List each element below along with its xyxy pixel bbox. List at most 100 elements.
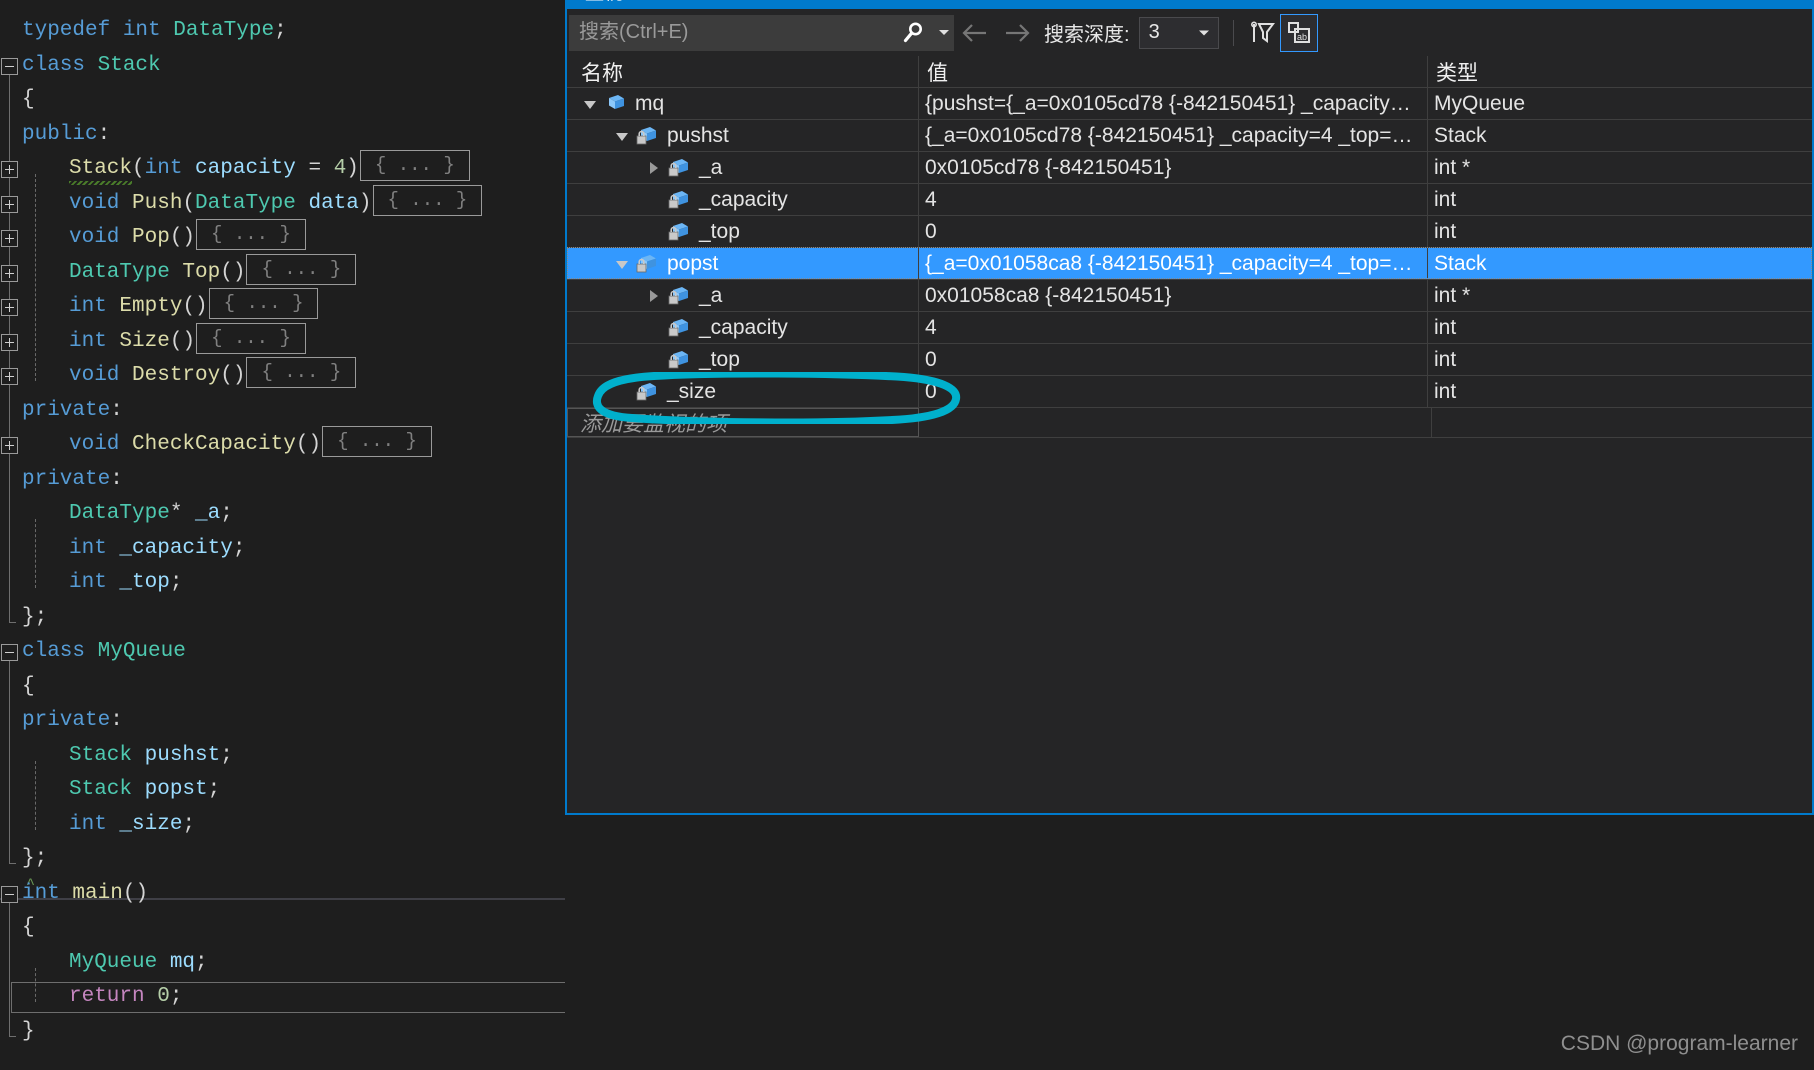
private-field-cube-icon (663, 312, 693, 343)
code-line-text: int Size(){ ... } (22, 322, 306, 354)
watch-row-name-cell[interactable]: _a (567, 152, 919, 183)
search-depth-dropdown[interactable]: 3 (1138, 16, 1219, 49)
code-text[interactable]: typedef int DataType; class Stack {public:… (0, 14, 652, 1049)
outline-expand-icon[interactable] (1, 161, 18, 178)
expander-collapse-icon[interactable] (581, 88, 599, 119)
code-line-text: typedef int DataType; (22, 19, 287, 42)
code-token: private (22, 398, 111, 422)
code-line-text: } (22, 1020, 35, 1043)
watch-row-value[interactable]: 0x01058ca8 {-842150451} (919, 280, 1428, 311)
expander-placeholder (645, 184, 663, 215)
outline-expand-icon[interactable] (1, 437, 18, 454)
code-line-text: int main() (22, 882, 148, 905)
collapsed-block[interactable]: { ... } (196, 322, 306, 354)
code-token: int (69, 812, 120, 836)
outline-expand-icon[interactable] (1, 264, 18, 282)
collapsed-block[interactable]: { ... } (196, 219, 306, 250)
watch-row-name-cell[interactable]: _capacity (567, 312, 919, 343)
code-editor-pane[interactable]: typedef int DataType; class Stack {public:… (0, 0, 652, 1070)
outline-expand-icon[interactable] (1, 230, 18, 247)
outline-expand-icon[interactable] (1, 195, 18, 213)
watch-row-value[interactable]: 0x0105cd78 {-842150451} (919, 152, 1428, 183)
watch-row-value[interactable]: 0 (919, 376, 1428, 407)
code-line: int _size; (0, 808, 652, 843)
search-input[interactable] (570, 20, 891, 45)
outline-collapse-icon[interactable] (1, 644, 18, 661)
collapsed-block[interactable]: { ... } (372, 184, 483, 216)
code-token: ; (220, 502, 233, 525)
code-line: void Pop(){ ... } (0, 219, 652, 256)
watch-grid[interactable]: 名称 值 类型 mq {pushst={_a=0x0105cd78 {-84215… (567, 56, 1812, 813)
add-watch-cell[interactable]: 添加要监视的项 (567, 408, 919, 437)
watch-grid-body[interactable]: mq {pushst={_a=0x0105cd78 {-842150451} _c… (567, 88, 1812, 408)
search-next-button[interactable] (996, 13, 1038, 53)
code-token: ; (207, 778, 221, 801)
add-watch-type-cell[interactable] (1432, 408, 1812, 437)
watch-row-value[interactable]: 0 (919, 344, 1428, 375)
watch-row-name-cell[interactable]: _top (567, 344, 919, 375)
outline-collapse-icon[interactable] (1, 885, 18, 903)
watch-row[interactable]: pushst {_a=0x0105cd78 {-842150451} _capac… (567, 120, 1812, 152)
code-line-text: }; (22, 847, 47, 870)
show-type-column-icon[interactable]: ab (1279, 13, 1318, 52)
expander-collapse-icon[interactable] (613, 248, 631, 279)
search-options-chevron-down-icon[interactable] (935, 15, 953, 51)
search-prev-button[interactable] (954, 13, 996, 53)
watch-row[interactable]: _top 0 int (567, 216, 1812, 248)
column-header-type[interactable]: 类型 (1428, 56, 1808, 87)
code-line: DataType* _a; (0, 497, 652, 532)
watch-row[interactable]: _size 0 int (567, 376, 1812, 408)
search-icon[interactable] (891, 15, 935, 51)
search-depth-chevron-down-icon[interactable] (1198, 30, 1209, 35)
column-header-value[interactable]: 值 (919, 56, 1428, 87)
expander-expand-icon[interactable] (645, 152, 663, 183)
watch-window-titlebar[interactable]: 监视 1 (567, 0, 1812, 9)
watch-row-name-cell[interactable]: pushst (567, 120, 919, 151)
collapsed-block[interactable]: { ... } (322, 426, 432, 457)
add-watch-row[interactable]: 添加要监视的项 (567, 408, 1812, 438)
watch-row[interactable]: popst {_a=0x01058ca8 {-842150451} _capaci… (567, 247, 1812, 280)
collapsed-block[interactable]: { ... } (208, 288, 319, 319)
watch-row-type: int * (1434, 155, 1471, 179)
watch-row[interactable]: _a 0x0105cd78 {-842150451} int * (567, 152, 1812, 184)
watch-row-value[interactable]: 0 (919, 216, 1428, 247)
code-token: }; (22, 605, 48, 629)
watch-row[interactable]: _a 0x01058ca8 {-842150451} int * (567, 280, 1812, 312)
code-token: data (295, 191, 359, 215)
watch-row[interactable]: _capacity 4 int (567, 312, 1812, 344)
outline-collapse-icon[interactable] (1, 57, 18, 75)
watch-row-value[interactable]: 4 (919, 312, 1428, 343)
collapsed-block[interactable]: { ... } (359, 150, 470, 181)
watch-row-value[interactable]: {pushst={_a=0x0105cd78 {-842150451} _cap… (919, 88, 1428, 119)
watch-row[interactable]: _top 0 int (567, 344, 1812, 376)
watch-row-name-cell[interactable]: _capacity (567, 184, 919, 215)
watch-row-name-cell[interactable]: mq (567, 88, 919, 119)
collapsed-block[interactable]: { ... } (246, 253, 357, 285)
outline-rail (9, 657, 16, 864)
watch-window[interactable]: 监视 1 搜索深 (565, 0, 1814, 815)
outline-expand-icon[interactable] (1, 333, 18, 351)
watch-row-name-cell[interactable]: _top (567, 216, 919, 247)
watch-row-value[interactable]: {_a=0x01058ca8 {-842150451} _capacity=4 … (919, 248, 1428, 279)
expander-expand-icon[interactable] (645, 280, 663, 311)
search-depth-label: 搜索深度: (1044, 24, 1130, 46)
watch-row[interactable]: _capacity 4 int (567, 184, 1812, 216)
watch-row-name-cell[interactable]: _a (567, 280, 919, 311)
pin-filter-icon[interactable] (1244, 15, 1280, 51)
watch-row[interactable]: mq {pushst={_a=0x0105cd78 {-842150451} _c… (567, 88, 1812, 120)
collapsed-block[interactable]: { ... } (246, 357, 357, 388)
add-watch-value-cell[interactable] (919, 408, 1432, 437)
search-box[interactable] (569, 14, 954, 51)
code-token: DataType (69, 502, 170, 525)
code-line: } (0, 1015, 652, 1050)
column-header-name[interactable]: 名称 (567, 56, 919, 87)
watch-row-value[interactable]: 4 (919, 184, 1428, 215)
outline-expand-icon[interactable] (1, 368, 18, 385)
outline-expand-icon[interactable] (1, 299, 18, 316)
watch-row-name-cell[interactable]: popst (567, 248, 919, 279)
watch-row-name-cell[interactable]: _size (567, 376, 919, 407)
watch-toolbar[interactable]: 搜索深度: 3 ab (567, 9, 1812, 56)
search-depth-value: 3 (1148, 21, 1160, 43)
watch-row-value[interactable]: {_a=0x0105cd78 {-842150451} _capacity=4 … (919, 120, 1428, 151)
expander-collapse-icon[interactable] (613, 120, 631, 151)
